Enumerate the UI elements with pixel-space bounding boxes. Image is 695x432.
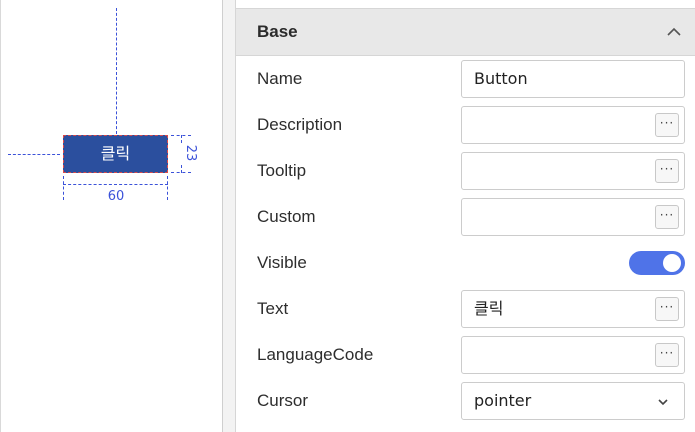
tooltip-ellipsis-button[interactable]: ···: [655, 159, 679, 183]
design-canvas[interactable]: 클릭 23 60: [0, 0, 222, 432]
property-label: Cursor: [257, 391, 309, 410]
text-ellipsis-button[interactable]: ···: [655, 297, 679, 321]
property-label: LanguageCode: [257, 345, 374, 364]
select-value: pointer: [474, 391, 532, 410]
property-row-custom: Custom ···: [236, 194, 695, 240]
custom-input[interactable]: ···: [461, 198, 685, 236]
width-dimension-label: 60: [107, 189, 125, 204]
canvas-edge: [0, 0, 1, 432]
property-row-cursor: Cursor pointer: [236, 378, 695, 424]
field-value: 클릭: [474, 299, 504, 318]
description-input[interactable]: ···: [461, 106, 685, 144]
width-dimension-right-tick: [167, 176, 168, 200]
toggle-knob: [663, 254, 681, 272]
property-label: Description: [257, 115, 343, 134]
property-row-name: Name Button: [236, 56, 695, 102]
visible-toggle[interactable]: [629, 251, 685, 275]
property-label: Visible: [257, 253, 307, 272]
vertical-guide-line: [116, 8, 117, 134]
languagecode-input[interactable]: ···: [461, 336, 685, 374]
width-dimension-line: [63, 184, 168, 185]
property-row-tooltip: Tooltip ···: [236, 148, 695, 194]
cursor-select[interactable]: pointer: [461, 382, 685, 420]
preview-button[interactable]: 클릭: [63, 135, 168, 173]
text-input[interactable]: 클릭 ···: [461, 290, 685, 328]
horizontal-guide-line: [8, 154, 60, 155]
chevron-down-icon: [658, 399, 668, 406]
section-header-base[interactable]: Base: [236, 8, 695, 56]
property-label: Text: [257, 299, 289, 318]
property-row-visible: Visible: [236, 240, 695, 286]
property-row-description: Description ···: [236, 102, 695, 148]
section-title: Base: [257, 22, 298, 41]
description-ellipsis-button[interactable]: ···: [655, 113, 679, 137]
property-row-text: Text 클릭 ···: [236, 286, 695, 332]
property-panel: Base Name Button Description ··· Tooltip…: [236, 8, 695, 432]
custom-ellipsis-button[interactable]: ···: [655, 205, 679, 229]
property-label: Custom: [257, 207, 316, 226]
languagecode-ellipsis-button[interactable]: ···: [655, 343, 679, 367]
panel-splitter[interactable]: [223, 0, 235, 432]
tooltip-input[interactable]: ···: [461, 152, 685, 190]
chevron-up-icon[interactable]: [665, 23, 683, 41]
property-row-languagecode: LanguageCode ···: [236, 332, 695, 378]
property-label: Tooltip: [257, 161, 307, 180]
name-input[interactable]: Button: [461, 60, 685, 98]
width-dimension-left-tick: [63, 176, 64, 200]
height-dimension-label: 23: [180, 143, 200, 163]
property-label: Name: [257, 69, 303, 88]
